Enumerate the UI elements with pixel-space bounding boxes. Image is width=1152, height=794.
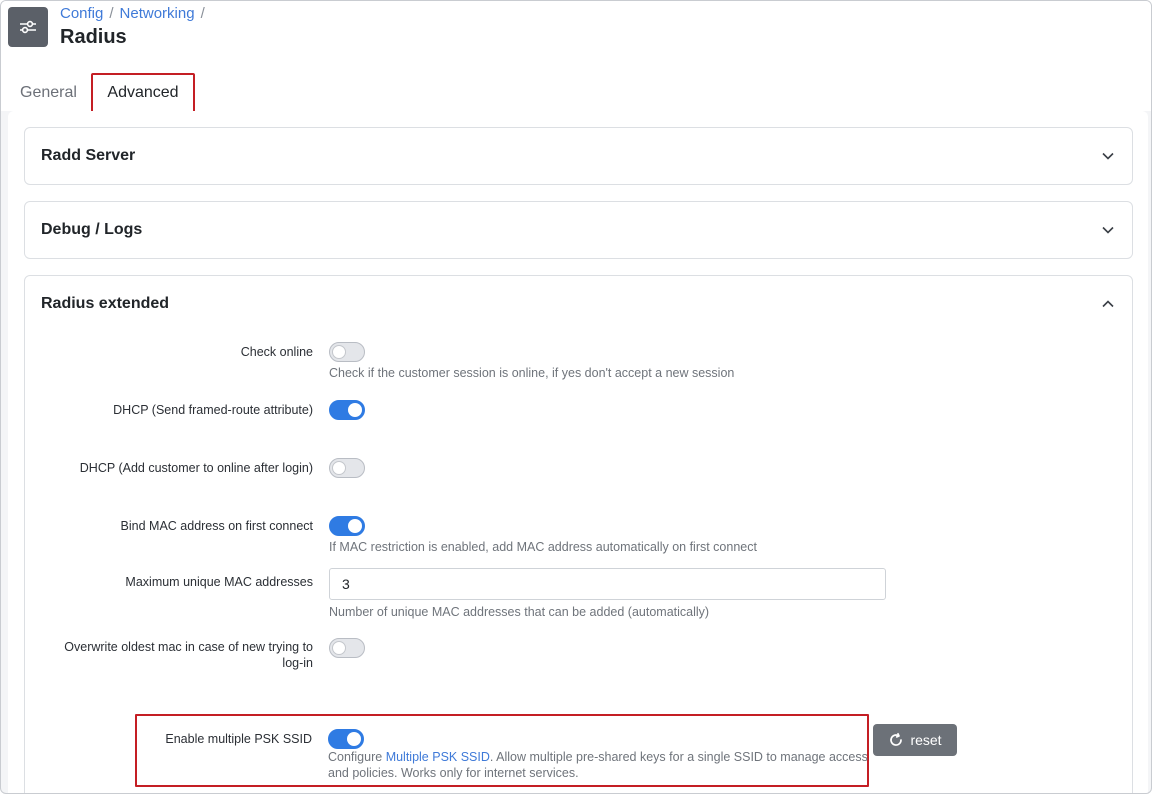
setting-label: Overwrite oldest mac in case of new tryi… — [64, 640, 313, 670]
page-header: Config / Networking / Radius General Adv… — [1, 1, 1151, 113]
setting-label: DHCP (Add customer to online after login… — [79, 461, 313, 475]
panel-title: Radd Server — [41, 147, 136, 164]
setting-label: DHCP (Send framed-route attribute) — [113, 403, 313, 417]
reset-icon — [890, 732, 903, 746]
tab-advanced[interactable]: Advanced — [91, 73, 195, 113]
setting-help: Number of unique MAC addresses that can … — [329, 605, 710, 619]
breadcrumb-separator: / — [200, 5, 205, 22]
page-title: Radius — [60, 26, 127, 48]
panel-debug-logs-header[interactable]: Debug / Logs — [25, 202, 1132, 258]
reset-label: reset — [910, 732, 942, 748]
breadcrumb-networking-link[interactable]: Networking — [120, 5, 195, 22]
chevron-up-icon — [1100, 296, 1116, 312]
settings-sliders-icon — [8, 7, 48, 47]
panel-debug-logs: Debug / Logs — [24, 201, 1133, 259]
setting-label: Enable multiple PSK SSID — [165, 732, 312, 746]
setting-help: Configure Multiple PSK SSID. Allow multi… — [328, 749, 878, 781]
breadcrumb-separator: / — [109, 5, 114, 22]
help-prefix: Configure — [328, 750, 386, 764]
panel-radd-server-header[interactable]: Radd Server — [25, 128, 1132, 184]
setting-label: Maximum unique MAC addresses — [125, 575, 313, 589]
max-mac-input[interactable] — [329, 568, 886, 600]
tab-bar: General Advanced — [1, 73, 1151, 113]
multi-psk-toggle[interactable] — [328, 729, 364, 749]
dhcp-add-online-toggle[interactable] — [329, 458, 365, 478]
toggle-knob — [348, 403, 362, 417]
panel-radius-extended-header[interactable]: Radius extended — [25, 276, 1132, 332]
tab-content: Radd Server Debug / Logs Radius extended — [8, 111, 1148, 793]
tab-general[interactable]: General — [20, 73, 77, 113]
toggle-knob — [347, 732, 361, 746]
toggle-knob — [332, 345, 346, 359]
toggle-knob — [332, 641, 346, 655]
toggle-knob — [348, 519, 362, 533]
multi-psk-doc-link[interactable]: Multiple PSK SSID — [386, 750, 490, 764]
panel-radd-server: Radd Server — [24, 127, 1133, 185]
bind-mac-toggle[interactable] — [329, 516, 365, 536]
setting-help: If MAC restriction is enabled, add MAC a… — [329, 540, 757, 554]
app-window: Config / Networking / Radius General Adv… — [0, 0, 1152, 794]
setting-label: Check online — [240, 345, 313, 359]
reset-button[interactable]: reset — [873, 724, 957, 756]
toggle-knob — [332, 461, 346, 475]
chevron-down-icon — [1100, 222, 1116, 238]
panel-title: Radius extended — [41, 295, 170, 312]
setting-label: Bind MAC address on first connect — [120, 519, 313, 533]
breadcrumb: Config / Networking / — [60, 5, 205, 22]
dhcp-framed-route-toggle[interactable] — [329, 400, 365, 420]
panel-title: Debug / Logs — [41, 221, 143, 238]
chevron-down-icon — [1100, 148, 1116, 164]
check-online-toggle[interactable] — [329, 342, 365, 362]
overwrite-mac-toggle[interactable] — [329, 638, 365, 658]
setting-help: Check if the customer session is online,… — [329, 366, 735, 380]
breadcrumb-config-link[interactable]: Config — [60, 5, 103, 22]
